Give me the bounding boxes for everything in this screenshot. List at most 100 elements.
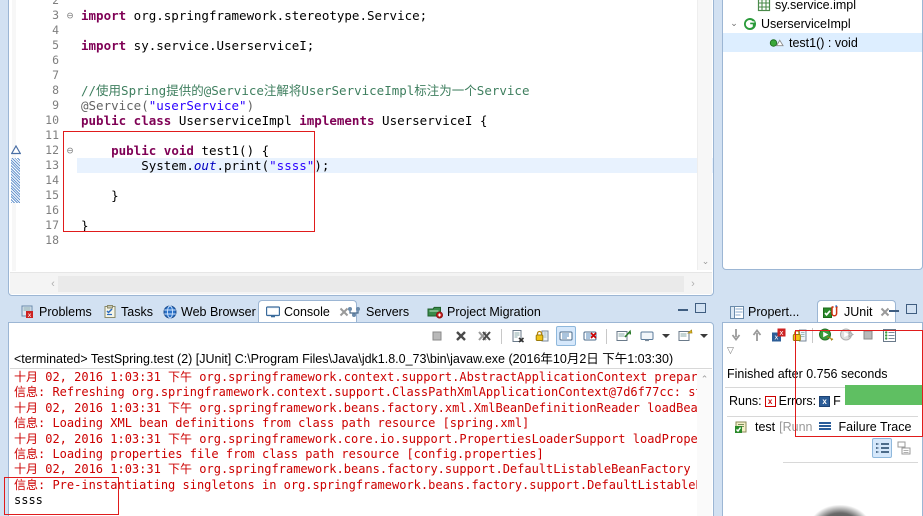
collapse-all-icon[interactable]: [894, 438, 914, 458]
code-token: "userService": [148, 98, 247, 113]
fold-toggle-icon[interactable]: ⊖: [63, 8, 77, 23]
code-token: public class: [81, 113, 172, 128]
junit-separator-3: [783, 462, 918, 463]
junit-window-buttons[interactable]: [889, 304, 917, 314]
terminate-icon[interactable]: [427, 326, 447, 346]
outline-row-label: test1() : void: [789, 35, 858, 50]
show-failures-only-icon[interactable]: xx: [768, 325, 788, 345]
display-console-dropdown-icon[interactable]: [661, 326, 671, 346]
package-explorer-panel[interactable]: sy.service.impl ⌄ UserserviceImpl test1() :…: [722, 0, 923, 270]
line-number: 17: [45, 218, 59, 232]
scroll-lock-icon[interactable]: [789, 325, 809, 345]
console-vertical-scrollbar[interactable]: ⌃: [697, 370, 712, 516]
junit-toolbar-overflow[interactable]: ▽: [723, 345, 922, 359]
test-hierarchy-icon: [733, 420, 751, 434]
code-line[interactable]: [77, 173, 713, 188]
code-line[interactable]: @Service("userService"): [77, 98, 713, 113]
previous-failure-icon[interactable]: [747, 325, 767, 345]
tab-propert-[interactable]: Propert...: [725, 301, 804, 323]
code-line[interactable]: }: [77, 218, 713, 233]
scroll-down-icon[interactable]: ⌄: [698, 254, 713, 268]
expand-all-icon[interactable]: [872, 438, 892, 458]
junit-subtabs[interactable]: test [Runn Failure Trace: [723, 417, 922, 434]
outline-tree[interactable]: sy.service.impl ⌄ UserserviceImpl test1() :…: [723, 0, 922, 52]
code-line[interactable]: }: [77, 188, 713, 203]
junit-subtab-test[interactable]: test: [755, 420, 775, 434]
maximize-icon[interactable]: [695, 303, 706, 313]
console-window-buttons[interactable]: [678, 303, 706, 313]
tab-project-migration[interactable]: Project Migration: [420, 301, 548, 323]
outline-tree-row[interactable]: ⌄ UserserviceImpl: [723, 14, 922, 33]
junit-subtab-runner[interactable]: [Runn: [779, 420, 812, 434]
fold-toggle-icon[interactable]: ⊖: [63, 143, 77, 158]
test-run-history-icon[interactable]: [879, 325, 899, 345]
tab-label: JUnit: [844, 305, 873, 319]
code-line[interactable]: import org.springframework.stereotype.Se…: [77, 8, 713, 23]
outline-tree-row[interactable]: sy.service.impl: [723, 0, 922, 14]
junit-subtab-failure-trace[interactable]: Failure Trace: [839, 420, 912, 434]
editor-code-area[interactable]: import org.springframework.stereotype.Se…: [77, 0, 713, 271]
tab-tasks[interactable]: Tasks: [96, 301, 160, 323]
tab-web-browser[interactable]: Web Browser: [156, 301, 263, 323]
tab-junit[interactable]: JUnit: [817, 300, 897, 323]
minimize-icon[interactable]: [889, 304, 899, 314]
display-console-icon[interactable]: [637, 326, 657, 346]
editor-horizontal-scrollbar[interactable]: ‹ ›: [10, 272, 712, 294]
hscroll-thumb[interactable]: [58, 276, 684, 292]
code-line[interactable]: System.out.print("ssss");: [77, 158, 713, 173]
code-line[interactable]: [77, 128, 713, 143]
junit-sub-toolbar[interactable]: [723, 434, 922, 458]
scroll-lock-icon[interactable]: [532, 326, 552, 346]
console-tab-bar[interactable]: x Problems Tasks Web Browser Console Servers P…: [8, 299, 714, 323]
outline-tree-row[interactable]: test1() : void: [723, 33, 922, 52]
new-console-dropdown-icon[interactable]: [699, 326, 709, 346]
code-line[interactable]: [77, 203, 713, 218]
scroll-right-icon[interactable]: ›: [684, 273, 702, 295]
line-number: 7: [52, 68, 59, 82]
failure-trace-icon: [817, 421, 835, 433]
code-token: UserserviceI {: [374, 113, 488, 128]
remove-all-terminated-icon[interactable]: [475, 326, 495, 346]
maximize-icon[interactable]: [906, 304, 917, 314]
rerun-failed-tests-icon[interactable]: [837, 325, 857, 345]
line-number: 12: [45, 143, 59, 157]
junit-errors-label: Errors:: [778, 394, 817, 408]
warning-marker-icon[interactable]: [11, 145, 21, 155]
code-line[interactable]: [77, 68, 713, 83]
code-line[interactable]: [77, 23, 713, 38]
code-line[interactable]: //使用Spring提供的@Service注解将UserServiceImpl标…: [77, 83, 713, 98]
new-console-view-icon[interactable]: [675, 326, 695, 346]
next-failure-icon[interactable]: [726, 325, 746, 345]
chevron-down-icon[interactable]: ⌄: [727, 18, 741, 29]
display-selected-console-icon[interactable]: [580, 326, 600, 346]
console-output[interactable]: 十月 02, 2016 1:03:31 下午 org.springframewo…: [10, 370, 697, 516]
minimize-icon[interactable]: [678, 303, 688, 313]
remove-launch-icon[interactable]: [451, 326, 471, 346]
editor-folding-column[interactable]: ⊖ ⊖: [63, 0, 77, 271]
code-line[interactable]: [77, 0, 713, 8]
tab-problems[interactable]: x Problems: [14, 301, 99, 323]
code-line[interactable]: public class UserserviceImpl implements …: [77, 113, 713, 128]
clear-console-icon[interactable]: [508, 326, 528, 346]
code-line[interactable]: [77, 53, 713, 68]
stop-icon[interactable]: [858, 325, 878, 345]
pin-console-icon[interactable]: [556, 326, 576, 346]
code-line[interactable]: [77, 233, 713, 248]
editor-viewport[interactable]: 2 3 4 5 6 7 8 9 10 11 12 13 14 15 16 17 18 ⊖ ⊖ import org…: [9, 0, 713, 271]
rerun-test-icon[interactable]: [816, 325, 836, 345]
console-output-line: 十月 02, 2016 1:03:31 下午 org.springframewo…: [14, 370, 697, 384]
open-console-icon[interactable]: [613, 326, 633, 346]
scroll-up-icon[interactable]: ⌃: [697, 372, 712, 386]
console-toolbar[interactable]: [9, 323, 713, 349]
tab-servers[interactable]: Servers: [340, 301, 416, 323]
editor-vertical-scrollbar[interactable]: ⌄: [697, 0, 712, 270]
code-line[interactable]: import sy.service.UserserviceI;: [77, 38, 713, 53]
code-line[interactable]: public void test1() {: [77, 143, 713, 158]
junit-toolbar[interactable]: xx: [723, 323, 922, 345]
editor-marker-bar[interactable]: [9, 0, 29, 271]
code-token: );: [314, 158, 330, 173]
